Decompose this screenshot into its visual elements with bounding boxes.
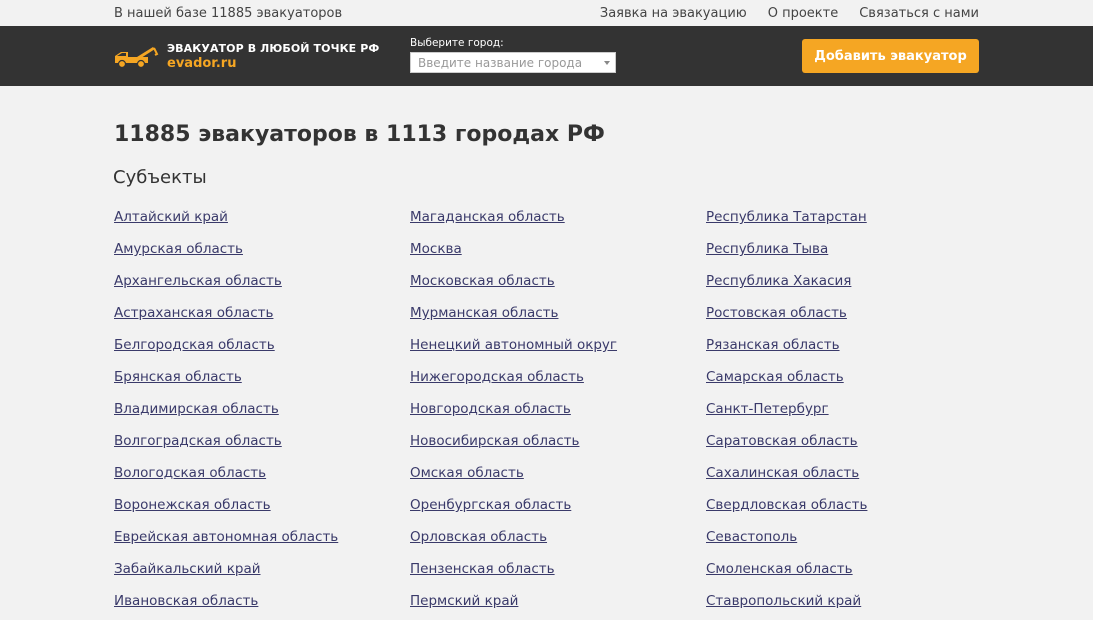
region-link[interactable]: Ростовская область	[706, 299, 1002, 331]
region-link[interactable]: Санкт-Петербург	[706, 395, 1002, 427]
city-selector: Выберите город: Введите название города	[410, 37, 616, 73]
region-link[interactable]: Вологодская область	[114, 459, 410, 491]
region-link[interactable]: Республика Татарстан	[706, 203, 1002, 235]
region-link[interactable]: Новгородская область	[410, 395, 706, 427]
region-link[interactable]: Свердловская область	[706, 491, 1002, 523]
region-link[interactable]: Ненецкий автономный округ	[410, 331, 706, 363]
region-link[interactable]: Республика Хакасия	[706, 267, 1002, 299]
city-placeholder: Введите название города	[418, 56, 583, 70]
city-input[interactable]: Введите название города	[410, 52, 616, 73]
region-link[interactable]: Ставропольский край	[706, 587, 1002, 619]
regions-column-3: Республика Татарстан Республика Тыва Рес…	[706, 203, 1002, 619]
region-link[interactable]: Пензенская область	[410, 555, 706, 587]
link-about[interactable]: О проекте	[768, 6, 839, 21]
region-link[interactable]: Нижегородская область	[410, 363, 706, 395]
header: ЭВАКУАТОР В ЛЮБОЙ ТОЧКЕ РФ evador.ru Выб…	[0, 26, 1093, 86]
link-evacuation-request[interactable]: Заявка на эвакуацию	[600, 6, 747, 21]
logo-title: ЭВАКУАТОР В ЛЮБОЙ ТОЧКЕ РФ	[167, 42, 380, 55]
logo-domain: evador.ru	[167, 56, 237, 71]
top-nav: Заявка на эвакуацию О проекте Связаться …	[600, 6, 979, 21]
regions-list: Алтайский край Амурская область Архангел…	[114, 203, 979, 619]
region-link[interactable]: Волгоградская область	[114, 427, 410, 459]
tow-truck-icon	[115, 47, 159, 69]
logo[interactable]: ЭВАКУАТОР В ЛЮБОЙ ТОЧКЕ РФ evador.ru	[113, 41, 379, 71]
section-title: Субъекты	[113, 167, 207, 188]
region-link[interactable]: Ивановская область	[114, 587, 410, 619]
topbar: В нашей базе 11885 эвакуаторов Заявка на…	[0, 0, 1093, 26]
main-content: 11885 эвакуаторов в 1113 городах РФ Субъ…	[0, 122, 1093, 619]
page-title: 11885 эвакуаторов в 1113 городах РФ	[114, 122, 605, 147]
region-link[interactable]: Сахалинская область	[706, 459, 1002, 491]
region-link[interactable]: Магаданская область	[410, 203, 706, 235]
region-link[interactable]: Алтайский край	[114, 203, 410, 235]
region-link[interactable]: Севастополь	[706, 523, 1002, 555]
region-link[interactable]: Рязанская область	[706, 331, 1002, 363]
region-link[interactable]: Новосибирская область	[410, 427, 706, 459]
regions-column-2: Магаданская область Москва Московская об…	[410, 203, 706, 619]
region-link[interactable]: Оренбургская область	[410, 491, 706, 523]
region-link[interactable]: Брянская область	[114, 363, 410, 395]
region-link[interactable]: Смоленская область	[706, 555, 1002, 587]
region-link[interactable]: Астраханская область	[114, 299, 410, 331]
region-link[interactable]: Саратовская область	[706, 427, 1002, 459]
region-link[interactable]: Еврейская автономная область	[114, 523, 410, 555]
region-link[interactable]: Омская область	[410, 459, 706, 491]
regions-column-1: Алтайский край Амурская область Архангел…	[114, 203, 410, 619]
region-link[interactable]: Орловская область	[410, 523, 706, 555]
region-link[interactable]: Самарская область	[706, 363, 1002, 395]
add-tow-truck-button[interactable]: Добавить эвакуатор	[802, 39, 979, 73]
region-link[interactable]: Белгородская область	[114, 331, 410, 363]
region-link[interactable]: Пермский край	[410, 587, 706, 619]
base-info: В нашей базе 11885 эвакуаторов	[114, 5, 343, 21]
region-link[interactable]: Москва	[410, 235, 706, 267]
city-label: Выберите город:	[410, 37, 504, 49]
region-link[interactable]: Республика Тыва	[706, 235, 1002, 267]
region-link[interactable]: Московская область	[410, 267, 706, 299]
region-link[interactable]: Амурская область	[114, 235, 410, 267]
dropdown-arrow-icon[interactable]	[604, 61, 610, 65]
region-link[interactable]: Архангельская область	[114, 267, 410, 299]
region-link[interactable]: Забайкальский край	[114, 555, 410, 587]
region-link[interactable]: Воронежская область	[114, 491, 410, 523]
link-contact[interactable]: Связаться с нами	[859, 6, 979, 21]
region-link[interactable]: Владимирская область	[114, 395, 410, 427]
region-link[interactable]: Мурманская область	[410, 299, 706, 331]
